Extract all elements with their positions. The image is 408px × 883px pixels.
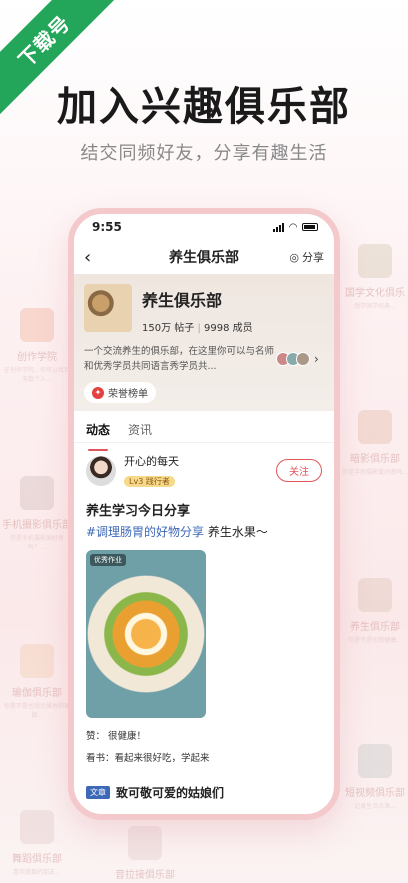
club-stats: 150万 帖子 | 9998 成员 [142, 323, 253, 334]
post-title: 养生学习今日分享 [86, 504, 191, 519]
level-badge: Lv3 践行者 [124, 476, 175, 487]
wifi-icon: ◠ [289, 221, 297, 233]
article-label: 文章 [86, 786, 110, 799]
share-icon: ◎ [289, 250, 299, 264]
bg-club-left-1: 创作学院 在创作学院，你可以找到无数个人... [2, 308, 72, 384]
share-label: 分享 [302, 251, 324, 264]
honor-list-button[interactable]: ✦ 荣誉榜单 [84, 382, 156, 403]
hero-title: 加入兴趣俱乐部 [57, 83, 351, 130]
bg-club-right-1: 国学文化俱乐 想学国学经典... [340, 244, 408, 311]
bg-club-left-4: 舞蹈俱乐部 喜欢跳舞的朋友... [2, 810, 72, 877]
posts-count: 150万 [142, 323, 172, 334]
member-avatars[interactable] [276, 352, 310, 366]
article-title: 致可敬可爱的姑娘们 [116, 786, 225, 800]
honor-label: 荣誉榜单 [108, 389, 148, 400]
tab-news[interactable]: 资讯 [128, 421, 152, 442]
club-header: 养生俱乐部 150万 帖子 | 9998 成员 一个交流养生的俱乐部，在这里你可… [74, 274, 334, 411]
share-button[interactable]: ◎ 分享 [289, 249, 324, 265]
follow-button[interactable]: 关注 [276, 459, 322, 482]
club-avatar [84, 284, 132, 332]
bg-club-right-2: 暗影俱乐部 你是手机摄影爱好者吗... [340, 410, 408, 477]
bg-club-right-4: 短视频俱乐部 记录生活点滴... [340, 744, 408, 811]
nav-bar: ‹ 养生俱乐部 ◎ 分享 [74, 240, 334, 274]
medal-icon: ✦ [92, 386, 104, 399]
author-name[interactable]: 开心的每天 [124, 453, 179, 469]
hero-subtitle: 结交同频好友，分享有趣生活 [80, 143, 328, 164]
bg-club-right-3: 养生俱乐部 你是不是也想健康... [340, 578, 408, 645]
posts-label: 帖子 [174, 323, 195, 334]
status-time: 9:55 [92, 220, 122, 234]
battery-icon [302, 223, 318, 231]
avatar[interactable] [86, 455, 116, 486]
club-description: 一个交流养生的俱乐部，在这里你可以与名师和优秀学员共同语言秀学员共... [84, 346, 275, 372]
status-bar: 9:55 ◠ [74, 214, 334, 240]
tab-dynamics[interactable]: 动态 [86, 421, 110, 451]
bg-club-left-3: 瑜伽俱乐部 你是不是也想优雅地和瑜伽... [2, 644, 72, 720]
comment-1: 赞： 很健康！ [86, 731, 147, 742]
members-count: 9998 [204, 323, 230, 334]
corner-badge-text: 下载号 [13, 10, 75, 72]
bg-club-bottom-1: 音拉接俱乐部 [110, 826, 180, 881]
chevron-right-icon[interactable]: › [314, 352, 319, 366]
post-body: 养生水果～ [204, 525, 268, 539]
back-icon[interactable]: ‹ [84, 247, 104, 268]
club-name: 养生俱乐部 [142, 291, 223, 310]
members-label: 成员 [232, 323, 253, 334]
article-item[interactable]: 文章 致可敬可爱的姑娘们 [86, 784, 322, 801]
excellent-badge: 优秀作业 [90, 554, 126, 566]
signal-icon [273, 222, 285, 232]
post-card[interactable]: 开心的每天 Lv3 践行者 关注 养生学习今日分享 #调理肠胃的好物分享 养生水… [74, 443, 334, 811]
post-hashtag[interactable]: #调理肠胃的好物分享 [86, 525, 204, 539]
phone-mockup: 9:55 ◠ ‹ 养生俱乐部 ◎ 分享 养生俱乐部 150万 帖子 | 9998 [68, 208, 340, 820]
post-image[interactable]: 优秀作业 [86, 550, 206, 718]
comment-2: 看书：看起来很好吃，学起来 [86, 753, 210, 764]
bg-club-left-2: 手机摄影俱乐部 你是手机摄影爱好者吗？... [2, 476, 72, 552]
tab-bar: 动态 资讯 [74, 411, 334, 451]
post-text: #调理肠胃的好物分享 养生水果～ [86, 523, 322, 540]
